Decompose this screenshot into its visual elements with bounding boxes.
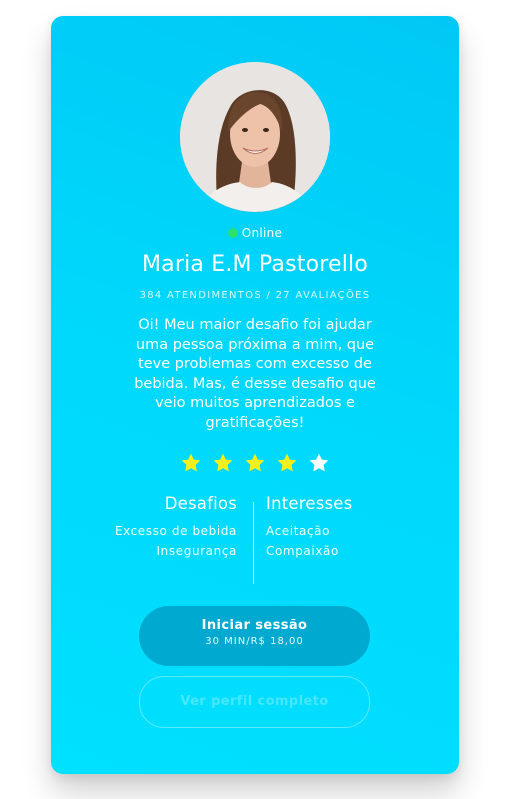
- interests-column: Interesses Aceitação Compaixão: [266, 494, 426, 561]
- star-empty-icon: [308, 452, 330, 474]
- start-session-label: Iniciar sessão: [201, 618, 308, 633]
- star-icon: [276, 452, 298, 474]
- profile-stats: 384 ATENDIMENTOS / 27 AVALIAÇÕES: [139, 290, 371, 301]
- profile-name: Maria E.M Pastorello: [141, 252, 369, 277]
- column-divider: [253, 502, 254, 584]
- challenge-item: Insegurança: [156, 544, 237, 558]
- session-price: 30 MIN/R$ 18,00: [205, 636, 304, 647]
- rating-stars: [51, 452, 459, 474]
- interest-item: Compaixão: [266, 544, 339, 558]
- start-session-button[interactable]: Iniciar sessão 30 MIN/R$ 18,00: [139, 606, 370, 666]
- interest-item: Aceitação: [266, 524, 331, 538]
- challenges-column: Desafios Excesso de bebida Insegurança: [81, 494, 237, 561]
- challenge-item: Excesso de bebida: [114, 524, 237, 538]
- avatar: [180, 62, 330, 212]
- star-icon: [212, 452, 234, 474]
- challenges-title: Desafios: [164, 494, 237, 513]
- view-full-profile-button[interactable]: Ver perfil completo: [139, 676, 370, 728]
- online-status: Online: [51, 226, 459, 240]
- profile-bio: Oi! Meu maior desafio foi ajudar uma pes…: [134, 317, 376, 431]
- star-icon: [180, 452, 202, 474]
- online-status-label: Online: [241, 226, 283, 240]
- online-dot-icon: [227, 228, 238, 238]
- interests-title: Interesses: [266, 494, 353, 513]
- profile-card: Online Maria E.M Pastorello 384 ATENDIME…: [51, 16, 459, 774]
- star-icon: [244, 452, 266, 474]
- avatar-photo: [180, 62, 330, 212]
